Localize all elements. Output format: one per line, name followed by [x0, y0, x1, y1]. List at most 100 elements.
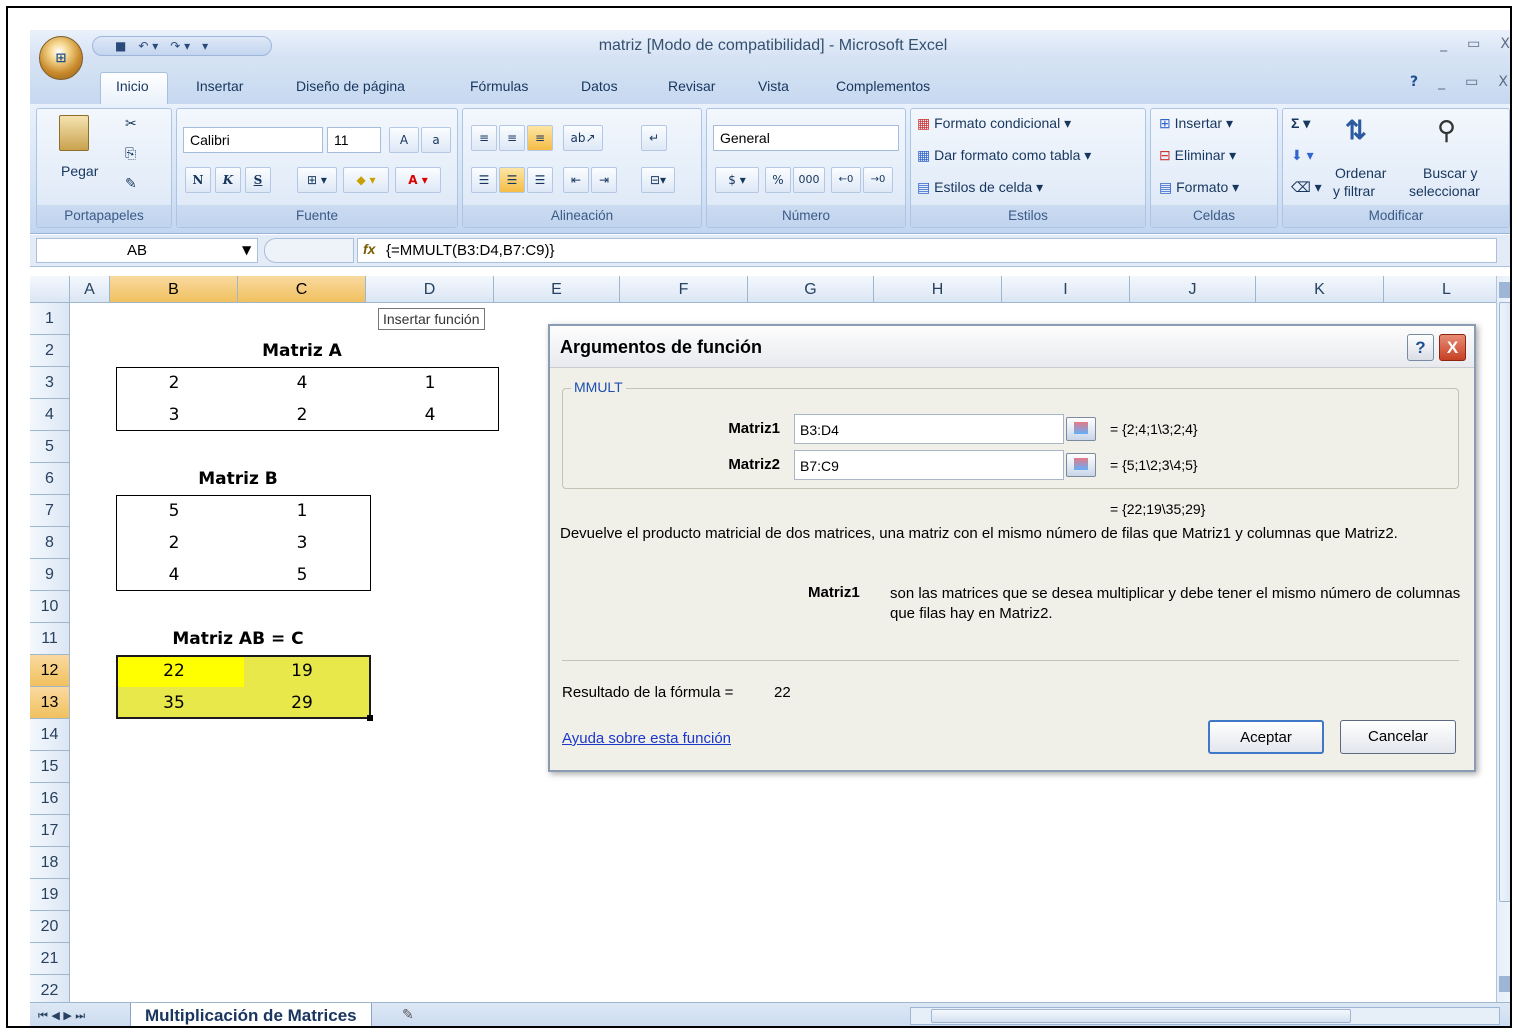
row-header[interactable]: 12 [30, 655, 70, 687]
format-painter-icon[interactable]: ✎ [125, 175, 137, 192]
conditional-format-button[interactable]: ▦ Formato condicional ▾ [917, 115, 1071, 132]
row-header[interactable]: 6 [30, 463, 70, 495]
matrix-ab-cell[interactable]: 29 [238, 687, 366, 719]
formula-input[interactable]: fx {=MMULT(B3:D4,B7:C9)} [357, 238, 1497, 263]
tab-diseno-pagina[interactable]: Diseño de página [296, 78, 405, 94]
matrix-b-cell[interactable]: 3 [238, 527, 366, 559]
sort-filter-label-2[interactable]: y filtrar [1333, 183, 1375, 199]
number-format-select[interactable]: General [713, 125, 899, 151]
row-header[interactable]: 16 [30, 783, 70, 815]
tab-revisar[interactable]: Revisar [668, 78, 715, 94]
row-header[interactable]: 7 [30, 495, 70, 527]
close-button[interactable]: X [1500, 36, 1510, 52]
borders-icon[interactable]: ⊞ ▾ [297, 167, 337, 193]
column-header[interactable]: D [366, 276, 494, 303]
scroll-up-icon[interactable] [1499, 282, 1510, 298]
row-header[interactable]: 9 [30, 559, 70, 591]
format-cells-button[interactable]: ▤ Formato ▾ [1159, 179, 1239, 196]
row-header[interactable]: 4 [30, 399, 70, 431]
cell-styles-button[interactable]: ▤ Estilos de celda ▾ [917, 179, 1043, 196]
scroll-down-icon[interactable] [1499, 976, 1510, 992]
h-scroll-thumb[interactable] [931, 1009, 1351, 1023]
thousands-button[interactable]: 000 [793, 167, 825, 193]
decrease-indent-icon[interactable]: ⇤ [563, 167, 589, 193]
insert-cells-button[interactable]: ⊞ Insertar ▾ [1159, 115, 1233, 132]
sheet-tab-active[interactable]: Multiplicación de Matrices [130, 1003, 372, 1026]
tab-inicio[interactable]: Inicio [116, 78, 149, 94]
cancel-button[interactable]: Cancelar [1340, 720, 1456, 754]
matrix-ab-cell[interactable]: 19 [238, 655, 366, 687]
clear-icon[interactable]: ⌫ ▾ [1291, 179, 1322, 196]
matrix-a-cell[interactable]: 3 [110, 399, 238, 431]
ok-button[interactable]: Aceptar [1208, 720, 1324, 754]
tab-insertar[interactable]: Insertar [196, 78, 243, 94]
name-box[interactable]: AB [36, 238, 258, 263]
fill-handle[interactable] [367, 715, 373, 721]
align-left-icon[interactable]: ☰ [471, 167, 497, 193]
matrix-a-cell[interactable]: 1 [366, 367, 494, 399]
grow-font-icon[interactable]: A [389, 127, 419, 153]
matrix-b-cell[interactable]: 5 [110, 495, 238, 527]
autosum-button[interactable]: Σ ▾ [1291, 115, 1310, 132]
format-as-table-button[interactable]: ▦ Dar formato como tabla ▾ [917, 147, 1091, 164]
align-center-icon[interactable]: ☰ [499, 167, 525, 193]
italic-button[interactable]: K [215, 167, 241, 193]
tab-complementos[interactable]: Complementos [836, 78, 930, 94]
workbook-close-button[interactable]: X [1498, 74, 1508, 90]
tab-formulas[interactable]: Fórmulas [470, 78, 528, 94]
underline-button[interactable]: S [245, 167, 271, 193]
workbook-minimize-button[interactable]: _ [1438, 74, 1445, 90]
help-link[interactable]: Ayuda sobre esta función [562, 730, 731, 747]
find-select-label-1[interactable]: Buscar y [1423, 165, 1477, 181]
new-sheet-icon[interactable]: ✎ [402, 1007, 414, 1023]
column-header[interactable]: L [1384, 276, 1496, 303]
matrix-a-cell[interactable]: 4 [238, 367, 366, 399]
column-header[interactable]: K [1256, 276, 1384, 303]
row-header[interactable]: 18 [30, 847, 70, 879]
delete-cells-button[interactable]: ⊟ Eliminar ▾ [1159, 147, 1236, 164]
workbook-restore-button[interactable]: ▭ [1465, 74, 1478, 90]
fill-icon[interactable]: ⬇ ▾ [1291, 147, 1314, 164]
bold-button[interactable]: N [185, 167, 211, 193]
column-header[interactable]: C [238, 276, 366, 303]
formula-bar-splitter[interactable] [264, 238, 354, 263]
matrix-ab-cell[interactable]: 22 [110, 655, 238, 687]
row-header[interactable]: 17 [30, 815, 70, 847]
sort-filter-label-1[interactable]: Ordenar [1335, 165, 1386, 181]
row-header[interactable]: 19 [30, 879, 70, 911]
column-header[interactable]: E [494, 276, 620, 303]
column-header[interactable]: F [620, 276, 748, 303]
sort-filter-icon[interactable]: ⇅ [1345, 115, 1367, 146]
cut-icon[interactable]: ✂ [125, 115, 137, 132]
row-header[interactable]: 15 [30, 751, 70, 783]
align-right-icon[interactable]: ☰ [527, 167, 553, 193]
font-name-select[interactable]: Calibri [183, 127, 323, 153]
align-bottom-icon[interactable]: ≡ [527, 125, 553, 151]
find-select-label-2[interactable]: seleccionar [1409, 183, 1480, 199]
align-top-icon[interactable]: ≡ [471, 125, 497, 151]
column-header[interactable]: B [110, 276, 238, 303]
row-header[interactable]: 8 [30, 527, 70, 559]
column-header[interactable]: H [874, 276, 1002, 303]
matrix-b-cell[interactable]: 5 [238, 559, 366, 591]
row-header[interactable]: 3 [30, 367, 70, 399]
currency-icon[interactable]: $ ▾ [715, 167, 759, 193]
dialog-help-button[interactable]: ? [1407, 334, 1434, 361]
scroll-thumb[interactable] [1499, 302, 1510, 902]
row-header[interactable]: 1 [30, 303, 70, 335]
vertical-scrollbar[interactable] [1496, 276, 1510, 1006]
row-header[interactable]: 2 [30, 335, 70, 367]
office-button[interactable]: ⊞ [39, 36, 83, 80]
increase-decimal-icon[interactable]: ←0 [831, 167, 861, 193]
fill-color-icon[interactable]: ◆ ▾ [343, 167, 389, 193]
dialog-close-button[interactable]: X [1439, 334, 1466, 361]
arg1-collapse-icon[interactable] [1066, 417, 1096, 441]
copy-icon[interactable]: ⎘ [125, 145, 136, 162]
insert-function-icon[interactable]: fx [363, 241, 375, 257]
align-middle-icon[interactable]: ≡ [499, 125, 525, 151]
column-header[interactable]: I [1002, 276, 1130, 303]
row-header[interactable]: 10 [30, 591, 70, 623]
arg2-input[interactable]: B7:C9 [794, 450, 1064, 480]
minimize-button[interactable]: _ [1440, 36, 1447, 52]
matrix-b-cell[interactable]: 2 [110, 527, 238, 559]
